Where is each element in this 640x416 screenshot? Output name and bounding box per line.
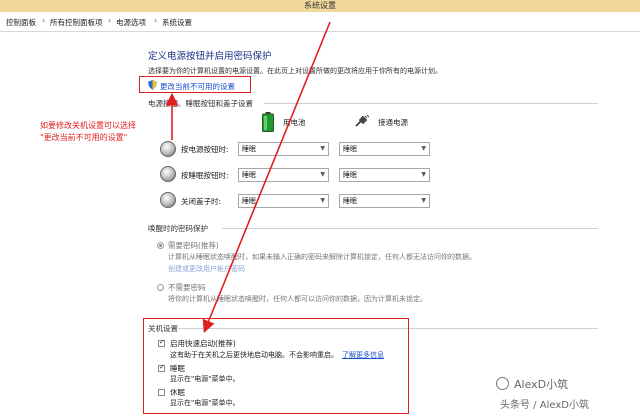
watermark-line-2: 头条号 / AlexD小筑: [500, 400, 589, 411]
breadcrumb-separator: ›: [42, 16, 46, 25]
breadcrumb-item-all-items[interactable]: 所有控制面板项: [50, 17, 103, 28]
annotation-line-1: 如要修改关机设置可以选择: [40, 121, 136, 130]
window-title: 系统设置: [0, 0, 640, 12]
select-value: 睡眠: [343, 197, 357, 205]
breadcrumb-item-system-settings[interactable]: 系统设置: [162, 17, 192, 28]
require-password-title: 需要密码(推荐): [168, 241, 219, 250]
select-value: 睡眠: [242, 197, 256, 205]
plug-icon: [355, 115, 369, 127]
no-password-desc: 将你的计算机从睡眠状态唤醒时，任何人都可以访问你的数据，因为计算机未锁定。: [168, 295, 427, 303]
select-value: 睡眠: [242, 145, 256, 153]
lid-battery-select[interactable]: 睡眠 ▼: [238, 194, 329, 208]
breadcrumb: 控制面板 › 所有控制面板项 › 电源选项 › 系统设置: [0, 12, 640, 32]
page-intro: 选择要为你的计算机设置的电源设置。在此页上对设置所做的更改将应用于你所有的电源计…: [148, 67, 442, 75]
sleep-button-row-label: 按睡眠按钮时:: [181, 171, 229, 180]
no-password-radio[interactable]: [157, 284, 164, 291]
plugged-column-header: 接通电源: [378, 118, 408, 127]
no-password-title: 不需要密码: [168, 283, 206, 292]
lid-plugged-select[interactable]: 睡眠 ▼: [339, 194, 430, 208]
watermark-logo-icon: [496, 377, 509, 390]
select-value: 睡眠: [343, 145, 357, 153]
chevron-down-icon: ▼: [421, 171, 426, 178]
require-password-radio[interactable]: [157, 242, 164, 249]
chevron-down-icon: ▼: [320, 171, 325, 178]
require-password-desc: 计算机从睡眠状态唤醒时，如果未输入正确的密码来解除计算机锁定，任何人都无法访问你…: [168, 253, 476, 261]
chevron-down-icon: ▼: [421, 145, 426, 152]
power-button-row-label: 按电源按钮时:: [181, 145, 229, 154]
wake-password-section-title: 唤醒时的密码保护: [148, 224, 208, 233]
battery-icon: [262, 112, 274, 132]
change-password-link[interactable]: 创建或更改用户帐户密码: [168, 264, 245, 274]
chevron-down-icon: ▼: [421, 197, 426, 204]
power-buttons-section-title: 电源按钮、睡眠按钮和盖子设置: [148, 99, 253, 108]
breadcrumb-separator: ›: [154, 16, 158, 25]
sleep-button-battery-select[interactable]: 睡眠 ▼: [238, 168, 329, 182]
sleep-button-plugged-select[interactable]: 睡眠 ▼: [339, 168, 430, 182]
lid-icon: [160, 192, 176, 208]
power-button-battery-select[interactable]: 睡眠 ▼: [238, 142, 329, 156]
power-button-plugged-select[interactable]: 睡眠 ▼: [339, 142, 430, 156]
select-value: 睡眠: [242, 171, 256, 179]
section-divider: [222, 228, 598, 229]
annotation-line-2: "更改当前不可用的设置": [40, 133, 128, 142]
battery-column-header: 用电池: [283, 118, 306, 127]
breadcrumb-item-control-panel[interactable]: 控制面板: [6, 17, 36, 28]
sleep-button-icon: [160, 166, 176, 182]
section-divider: [264, 103, 598, 104]
lid-row-label: 关闭盖子时:: [181, 197, 222, 206]
annotation-text: 如要修改关机设置可以选择 "更改当前不可用的设置": [40, 120, 170, 144]
breadcrumb-item-power-options[interactable]: 电源选项: [116, 17, 146, 28]
breadcrumb-separator: ›: [108, 16, 112, 25]
highlight-box-change-link: [139, 76, 251, 93]
watermark-line-1: AlexD小筑: [514, 378, 569, 391]
select-value: 睡眠: [343, 171, 357, 179]
chevron-down-icon: ▼: [320, 145, 325, 152]
highlight-box-shutdown: [143, 318, 409, 414]
page-title: 定义电源按钮并启用密码保护: [148, 51, 272, 62]
chevron-down-icon: ▼: [320, 197, 325, 204]
